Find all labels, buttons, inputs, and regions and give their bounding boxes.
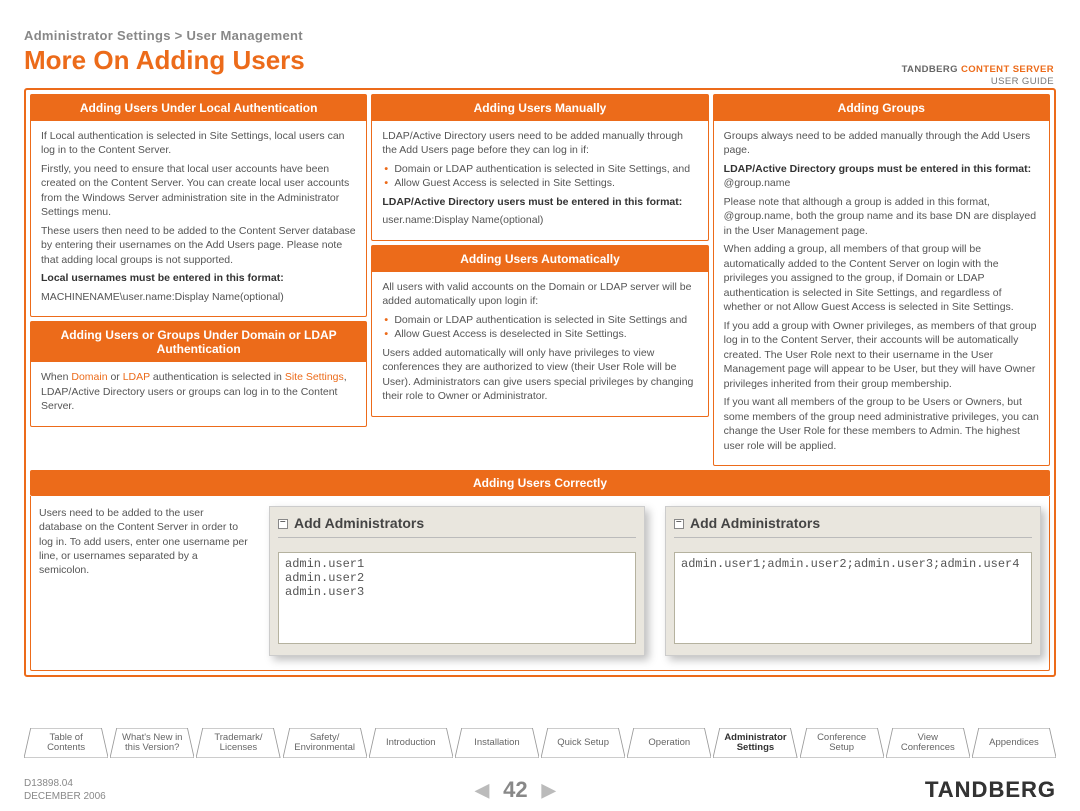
footer-tab[interactable]: Appendices [972, 728, 1056, 758]
footer-tab[interactable]: What's New in this Version? [110, 728, 194, 758]
list-item: Allow Guest Access is deselected in Site… [394, 327, 697, 341]
footer-tab[interactable]: View Conferences [886, 728, 970, 758]
example-textarea-1[interactable] [278, 552, 636, 644]
module-heading: Adding Users Automatically [372, 246, 707, 272]
example-panel-title: Add Administrators [278, 515, 636, 538]
footer-tab[interactable]: Introduction [369, 728, 453, 758]
example-panel-1: Add Administrators [269, 506, 645, 656]
footer-tab[interactable]: Installation [455, 728, 539, 758]
module-heading: Adding Groups [714, 95, 1049, 121]
collapse-icon [278, 519, 288, 529]
body-text: user.name:Display Name(optional) [382, 213, 697, 227]
body-text: If Local authentication is selected in S… [41, 129, 356, 158]
body-text: MACHINENAME\user.name:Display Name(optio… [41, 290, 356, 304]
module-local-auth: Adding Users Under Local Authentication … [30, 94, 367, 317]
module-domain-ldap-auth: Adding Users or Groups Under Domain or L… [30, 321, 367, 426]
footer-tab[interactable]: Administrator Settings [713, 728, 797, 758]
footer-tab[interactable]: Quick Setup [541, 728, 625, 758]
brand-logo: TANDBERG [925, 777, 1056, 803]
module-heading: Adding Users Under Local Authentication [31, 95, 366, 121]
body-text: If you add a group with Owner privileges… [724, 319, 1039, 391]
body-text: Please note that although a group is add… [724, 195, 1039, 238]
module-heading: Adding Users or Groups Under Domain or L… [31, 322, 366, 362]
body-text: Firstly, you need to ensure that local u… [41, 162, 356, 220]
module-adding-groups: Adding Groups Groups always need to be a… [713, 94, 1050, 466]
footer-tabs: Table of ContentsWhat's New in this Vers… [24, 728, 1056, 758]
doc-meta: D13898.04 DECEMBER 2006 [24, 777, 106, 803]
example-panel-title: Add Administrators [674, 515, 1032, 538]
footer-tab[interactable]: Conference Setup [800, 728, 884, 758]
footer-tab[interactable]: Operation [627, 728, 711, 758]
body-text: LDAP/Active Directory groups must be ent… [724, 162, 1039, 191]
body-text: These users then need to be added to the… [41, 224, 356, 267]
example-textarea-2[interactable] [674, 552, 1032, 644]
footer-tab[interactable]: Safety/ Environmental [283, 728, 367, 758]
pager: ◀ 42 ▶ [475, 777, 555, 803]
body-text: When Domain or LDAP authentication is se… [41, 370, 356, 413]
list-item: Domain or LDAP authentication is selecte… [394, 162, 697, 176]
collapse-icon [674, 519, 684, 529]
list-item: Allow Guest Access is selected in Site S… [394, 176, 697, 190]
product-label: TANDBERG CONTENT SERVER USER GUIDE [902, 64, 1054, 89]
module-heading: Adding Users Manually [372, 95, 707, 121]
body-text: If you want all members of the group to … [724, 395, 1039, 453]
body-text: Users added automatically will only have… [382, 346, 697, 404]
body-text-bold: Local usernames must be entered in this … [41, 271, 356, 285]
footer-tab[interactable]: Trademark/ Licenses [196, 728, 280, 758]
next-page-icon[interactable]: ▶ [542, 780, 556, 801]
footer-tab[interactable]: Table of Contents [24, 728, 108, 758]
module-adding-automatically: Adding Users Automatically All users wit… [371, 245, 708, 417]
prev-page-icon[interactable]: ◀ [475, 780, 489, 801]
body-text: Groups always need to be added manually … [724, 129, 1039, 158]
section-bar-adding-correctly: Adding Users Correctly [30, 470, 1050, 496]
breadcrumb: Administrator Settings > User Management [24, 28, 1056, 43]
body-text: LDAP/Active Directory users need to be a… [382, 129, 697, 158]
content-frame: Adding Users Under Local Authentication … [24, 88, 1056, 677]
body-text: Users need to be added to the user datab… [39, 506, 249, 656]
list-item: Domain or LDAP authentication is selecte… [394, 313, 697, 327]
body-text-bold: LDAP/Active Directory users must be ente… [382, 195, 697, 209]
example-panel-2: Add Administrators [665, 506, 1041, 656]
body-text: All users with valid accounts on the Dom… [382, 280, 697, 309]
page-number: 42 [503, 777, 527, 803]
module-adding-manually: Adding Users Manually LDAP/Active Direct… [371, 94, 708, 241]
body-text: When adding a group, all members of that… [724, 242, 1039, 314]
